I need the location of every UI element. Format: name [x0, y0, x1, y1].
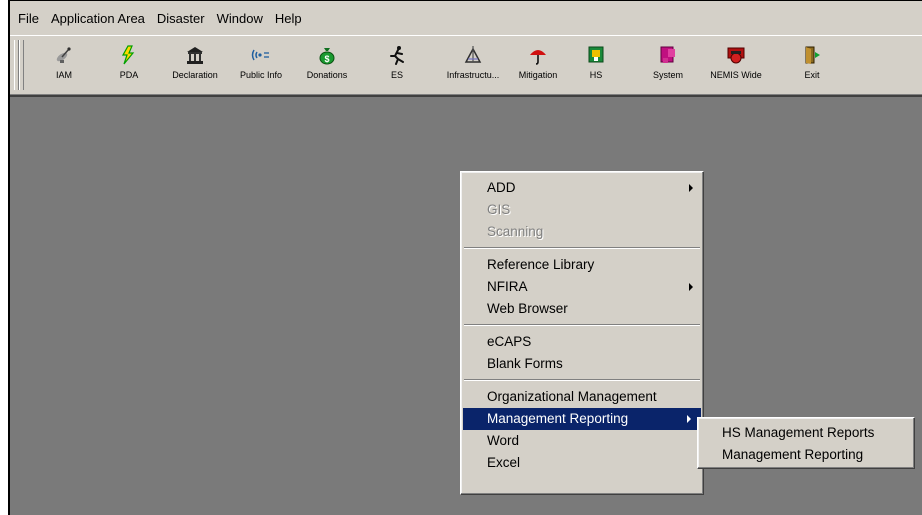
menu-file[interactable]: File [10, 9, 45, 29]
submenu-arrow-icon [689, 283, 693, 291]
toolbar-label: ES [390, 70, 403, 80]
menu-item-scanning: Scanning [461, 221, 703, 243]
menu-separator [464, 324, 700, 326]
menu-item-label: Excel [487, 455, 521, 470]
toolbar-label: Exit [804, 70, 820, 80]
lightning-icon [118, 44, 140, 66]
money-bag-icon: $ [316, 44, 338, 66]
toolbar-button-iam[interactable]: IAM [50, 42, 78, 90]
menu-item-web-browser[interactable]: Web Browser [461, 298, 703, 320]
running-person-icon [386, 44, 408, 66]
toolbar-button-mitigation[interactable]: Mitigation [513, 42, 563, 90]
menu-item-excel[interactable]: Excel [461, 452, 703, 474]
menu-bar: File Application Area Disaster Window He… [10, 5, 922, 33]
toolbar-label: PDA [119, 70, 139, 80]
submenu-arrow-icon [689, 184, 693, 192]
menu-separator [464, 247, 700, 249]
menu-item-label: Web Browser [487, 301, 568, 316]
menu-window[interactable]: Window [211, 9, 269, 29]
toolbar-button-nemis-wide[interactable]: NEMIS Wide [708, 42, 764, 90]
toolbar-button-donations[interactable]: $ Donations [305, 42, 349, 90]
menu-item-label: Management Reporting [487, 411, 629, 426]
menu-item-organizational-management[interactable]: Organizational Management [461, 386, 703, 408]
toolbar-button-pda[interactable]: PDA [115, 42, 143, 90]
svg-text:$: $ [324, 54, 329, 64]
submenu-item-management-reporting[interactable]: Management Reporting [698, 444, 914, 466]
menu-item-label: Organizational Management [487, 389, 657, 404]
system-icon [657, 44, 679, 66]
menu-item-label: Scanning [487, 224, 544, 239]
submenu-arrow-icon [687, 415, 691, 423]
government-building-icon [184, 44, 206, 66]
toolbar-label: IAM [55, 70, 72, 80]
context-menu: ADD GIS Scanning Reference Library NFIRA… [460, 171, 704, 495]
menu-disaster[interactable]: Disaster [151, 9, 211, 29]
menu-item-word[interactable]: Word [461, 430, 703, 452]
menu-item-ecaps[interactable]: eCAPS [461, 331, 703, 353]
menu-item-blank-forms[interactable]: Blank Forms [461, 353, 703, 375]
toolbar: IAM PDA Declaration Public Info $ Donati… [10, 35, 922, 95]
toolbar-label: Mitigation [518, 70, 558, 80]
exit-door-icon [801, 44, 823, 66]
menu-item-label: NFIRA [487, 279, 528, 294]
menu-separator [464, 379, 700, 381]
toolbar-button-es[interactable]: ES [385, 42, 409, 90]
menu-item-label: eCAPS [487, 334, 532, 349]
umbrella-icon [527, 44, 549, 66]
toolbar-button-infrastructure[interactable]: Infrastructu... [436, 42, 510, 90]
menu-item-label: HS Management Reports [722, 425, 875, 440]
toolbar-button-system[interactable]: System [651, 42, 685, 90]
satellite-dish-icon [53, 44, 75, 66]
menu-help[interactable]: Help [269, 9, 308, 29]
menu-item-label: GIS [487, 202, 511, 217]
menu-item-nfira[interactable]: NFIRA [461, 276, 703, 298]
broadcast-icon [250, 44, 272, 66]
toolbar-grip[interactable] [19, 40, 24, 90]
toolbar-label: System [652, 70, 683, 80]
toolbar-button-exit[interactable]: Exit [799, 42, 825, 90]
menu-item-add[interactable]: ADD [461, 177, 703, 199]
menu-item-label: Blank Forms [487, 356, 563, 371]
menu-item-label: ADD [487, 180, 516, 195]
toolbar-button-declaration[interactable]: Declaration [168, 42, 222, 90]
toolbar-label: Donations [306, 70, 348, 80]
menu-item-reference-library[interactable]: Reference Library [461, 254, 703, 276]
hs-box-icon [585, 44, 607, 66]
submenu-management-reporting: HS Management Reports Management Reporti… [697, 417, 915, 469]
toolbar-label: Declaration [172, 70, 218, 80]
toolbar-label: NEMIS Wide [710, 70, 762, 80]
nemis-globe-icon [725, 44, 747, 66]
toolbar-label: Public Info [239, 70, 283, 80]
menu-item-label: Reference Library [487, 257, 595, 272]
submenu-item-hs-management-reports[interactable]: HS Management Reports [698, 422, 914, 444]
toolbar-button-hs[interactable]: HS [584, 42, 608, 90]
menu-item-label: Word [487, 433, 520, 448]
toolbar-button-public-info[interactable]: Public Info [235, 42, 287, 90]
toolbar-label: Infrastructu... [446, 70, 500, 80]
toolbar-label: HS [589, 70, 603, 80]
menu-item-label: Management Reporting [722, 447, 864, 462]
drafting-tools-icon [462, 44, 484, 66]
menu-item-gis: GIS [461, 199, 703, 221]
menu-application-area[interactable]: Application Area [45, 9, 151, 29]
menu-item-management-reporting[interactable]: Management Reporting [463, 408, 701, 430]
